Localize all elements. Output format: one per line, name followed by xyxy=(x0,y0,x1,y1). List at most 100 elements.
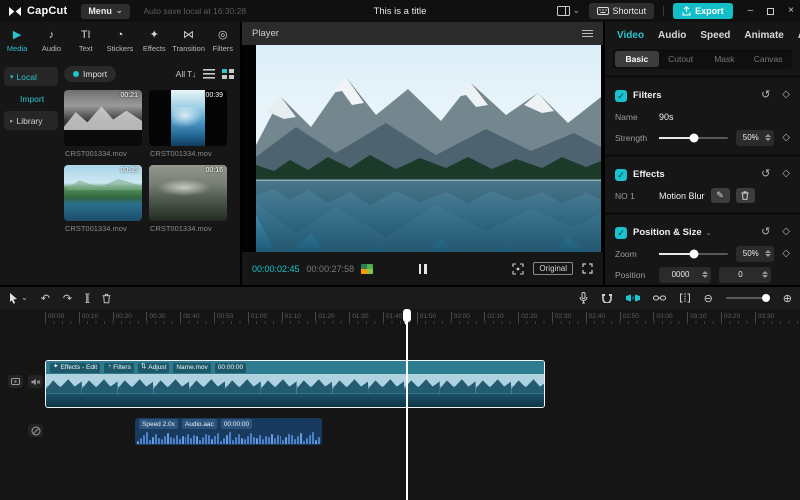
keyframe-diamond-icon[interactable]: ◇ xyxy=(782,90,790,101)
select-tool-button[interactable]: ⌄ xyxy=(8,292,28,304)
subtab-cutout[interactable]: Cutout xyxy=(659,51,703,67)
position-checkbox[interactable]: ✓ xyxy=(615,227,627,239)
tab-filters[interactable]: ◎ Filters xyxy=(206,29,240,53)
tab-speed[interactable]: Speed xyxy=(700,30,730,41)
sidebar-item-library[interactable]: ▸ Library xyxy=(4,111,58,130)
clip-frame-thumbnail xyxy=(261,374,297,407)
playhead-handle[interactable] xyxy=(403,309,411,322)
keyframe-diamond-icon[interactable]: ◇ xyxy=(782,227,790,238)
undo-button[interactable]: ↶ xyxy=(41,292,50,305)
effects-checkbox[interactable]: ✓ xyxy=(615,169,627,181)
tab-transition[interactable]: ⋈ Transition xyxy=(171,29,205,53)
preview-axis-button[interactable] xyxy=(679,293,691,303)
tab-text[interactable]: TI Text xyxy=(69,29,103,53)
keyframe-diamond-icon[interactable]: ◇ xyxy=(782,249,790,259)
media-thumbnail[interactable]: 00:35 xyxy=(64,165,142,221)
sidebar-item-import[interactable]: Import xyxy=(4,89,58,108)
stepper-icon[interactable] xyxy=(702,271,711,278)
player-panel: Player xyxy=(242,22,603,285)
import-media-button[interactable]: Import xyxy=(64,66,116,82)
delete-effect-button[interactable] xyxy=(736,188,755,203)
shortcut-button[interactable]: Shortcut xyxy=(589,3,655,19)
main-track-magnet-button[interactable] xyxy=(626,293,640,303)
pause-button[interactable] xyxy=(419,264,427,274)
keyframe-diamond-icon[interactable]: ◇ xyxy=(782,169,790,180)
edit-effect-button[interactable]: ✎ xyxy=(711,188,730,203)
media-source-tree: ▾ Local Import ▸ Library xyxy=(0,60,62,285)
strength-slider[interactable] xyxy=(659,137,728,139)
magnet-snap-button[interactable] xyxy=(601,293,613,303)
playhead[interactable] xyxy=(406,309,408,500)
export-button[interactable]: Export xyxy=(673,3,733,19)
tab-audio[interactable]: ♪ Audio xyxy=(34,29,68,53)
player-menu-icon[interactable] xyxy=(582,30,593,37)
zoom-slider[interactable] xyxy=(659,253,728,255)
timeline-zoom-slider[interactable] xyxy=(726,297,770,299)
audio-track-disable-icon[interactable] xyxy=(28,424,43,437)
stepper-icon[interactable] xyxy=(765,134,774,141)
stepper-icon[interactable] xyxy=(762,271,771,278)
grid-view-button[interactable] xyxy=(222,69,234,79)
media-thumbnail[interactable]: 00:39 xyxy=(149,90,227,146)
position-y-box[interactable]: 0 xyxy=(719,267,771,283)
ruler-tick-label: 02:10 xyxy=(484,312,503,321)
chevron-down-icon[interactable]: ⌄ xyxy=(706,229,712,237)
video-clip[interactable]: ✦Effects - Edit ◔Filters ⇅Adjust Name.mo… xyxy=(45,360,545,408)
color-frames-icon[interactable] xyxy=(361,264,373,274)
mute-track-icon[interactable] xyxy=(28,375,43,388)
tab-effects[interactable]: ✦ Effects xyxy=(137,29,171,53)
reset-icon[interactable]: ↺ xyxy=(761,227,770,238)
clip-chip-adjust[interactable]: ⇅Adjust xyxy=(138,363,170,373)
keyframe-diamond-icon[interactable]: ◇ xyxy=(782,133,790,143)
subtab-mask[interactable]: Mask xyxy=(703,51,747,67)
strength-value-box[interactable]: 50% xyxy=(736,130,774,146)
media-panel: ▶ Media ♪ Audio TI Text ◔ Stickers ✦ Eff… xyxy=(0,22,240,285)
text-icon: TI xyxy=(81,29,91,42)
tab-stickers[interactable]: ◔ Stickers xyxy=(103,29,137,53)
subtab-canvas[interactable]: Canvas xyxy=(746,51,790,67)
media-thumbnail[interactable]: 00:21 xyxy=(64,90,142,146)
clip-chip-filters[interactable]: ◔Filters xyxy=(104,363,134,373)
minimize-button[interactable]: – xyxy=(748,6,754,16)
video-preview[interactable] xyxy=(242,45,603,252)
list-view-button[interactable] xyxy=(203,69,215,79)
menu-button[interactable]: Menu⌄ xyxy=(81,4,129,19)
delete-clip-button[interactable] xyxy=(102,293,111,304)
link-clips-button[interactable] xyxy=(653,294,666,302)
focus-frame-icon[interactable] xyxy=(512,263,524,275)
subtab-basic[interactable]: Basic xyxy=(615,51,659,67)
aspect-ratio-dropdown[interactable]: Original xyxy=(533,262,573,275)
redo-button[interactable]: ↷ xyxy=(63,292,72,305)
layout-switch-button[interactable]: ⌄ xyxy=(557,6,580,16)
audio-clip[interactable]: Speed 2.0x Audio.aac 00:00:00 xyxy=(135,418,322,445)
filters-checkbox[interactable]: ✓ xyxy=(615,90,627,102)
maximize-button[interactable] xyxy=(767,8,774,15)
split-clip-button[interactable]: ][ xyxy=(85,293,89,304)
filters-section: ✓ Filters ↺ ◇ Name 90s Strength 50% ◇ xyxy=(605,75,800,154)
tab-audio-props[interactable]: Audio xyxy=(658,30,686,41)
tab-video[interactable]: Video xyxy=(617,30,644,41)
filter-all-dropdown[interactable]: All T↓ xyxy=(176,69,196,79)
reset-icon[interactable]: ↺ xyxy=(761,90,770,101)
zoom-out-icon[interactable]: ⊖ xyxy=(704,292,713,305)
video-track-icon[interactable] xyxy=(8,375,23,388)
media-thumbnail[interactable]: 00:16 xyxy=(149,165,227,221)
microphone-icon xyxy=(579,292,588,304)
stepper-icon[interactable] xyxy=(765,250,774,257)
reset-icon[interactable]: ↺ xyxy=(761,169,770,180)
audio-track-header xyxy=(28,424,43,437)
close-button[interactable]: × xyxy=(788,6,794,16)
sidebar-item-local[interactable]: ▾ Local xyxy=(4,67,58,86)
zoom-in-icon[interactable]: ⊕ xyxy=(783,292,792,305)
position-x-box[interactable]: 0000 xyxy=(659,267,711,283)
record-voiceover-button[interactable] xyxy=(579,292,588,304)
effects-icon: ✦ xyxy=(53,364,58,371)
timeline-ruler[interactable]: 00:0000:1000:2000:3000:4000:5001:0001:10… xyxy=(0,309,800,324)
zoom-value-box[interactable]: 50% xyxy=(736,246,774,262)
magnet-icon xyxy=(601,293,613,303)
tab-animate[interactable]: Animate xyxy=(744,30,783,41)
filters-icon: ◔ xyxy=(107,364,111,371)
fullscreen-icon[interactable] xyxy=(582,263,593,274)
tab-media[interactable]: ▶ Media xyxy=(0,29,34,53)
clip-chip-effects[interactable]: ✦Effects - Edit xyxy=(50,363,100,373)
